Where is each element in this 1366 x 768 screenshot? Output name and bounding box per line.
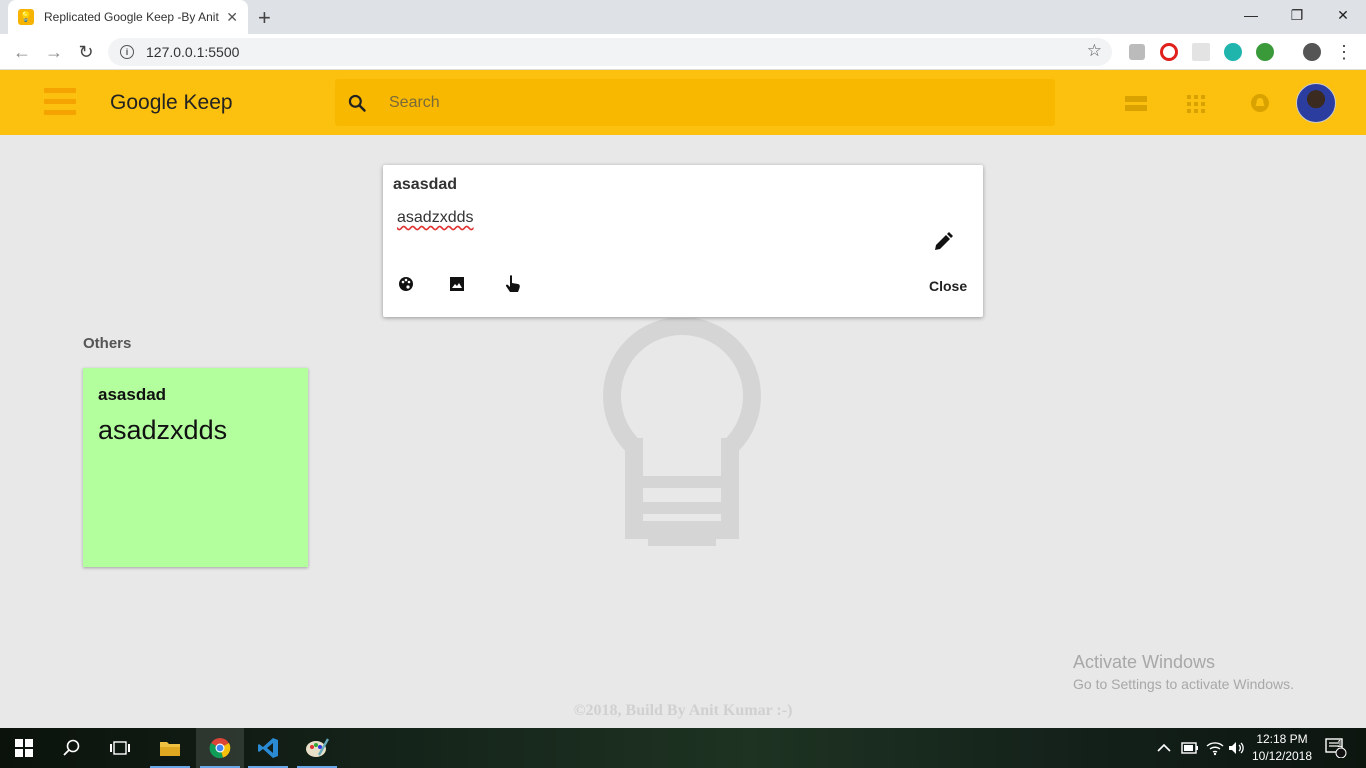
window-close-button[interactable]: ✕ bbox=[1320, 0, 1366, 30]
search-input[interactable] bbox=[389, 93, 989, 112]
wifi-icon[interactable] bbox=[1206, 728, 1224, 768]
bookmark-star-icon[interactable]: ☆ bbox=[1087, 41, 1102, 61]
globe-extension-icon[interactable] bbox=[1256, 43, 1274, 61]
keep-favicon-icon: 💡 bbox=[18, 9, 34, 25]
app-title: Google Keep bbox=[110, 91, 233, 114]
edit-pencil-icon[interactable] bbox=[932, 231, 954, 258]
vscode-icon[interactable] bbox=[244, 728, 292, 768]
editor-body[interactable]: asadzxdds bbox=[397, 209, 474, 227]
volume-icon[interactable] bbox=[1228, 728, 1246, 768]
search-icon[interactable] bbox=[335, 93, 379, 113]
editor-title[interactable]: asasdad bbox=[393, 176, 457, 194]
browser-tabstrip: 💡 Replicated Google Keep -By Anit ✕ + — … bbox=[0, 0, 1366, 34]
clock-date: 10/12/2018 bbox=[1251, 749, 1313, 763]
address-bar[interactable]: i 127.0.0.1:5500 ☆ bbox=[108, 38, 1112, 66]
main-menu-icon[interactable] bbox=[44, 88, 76, 118]
action-center-icon[interactable] bbox=[1325, 728, 1347, 768]
minimize-button[interactable]: — bbox=[1228, 0, 1274, 30]
watermark-line1: Activate Windows bbox=[1073, 652, 1216, 672]
profile-icon[interactable] bbox=[1303, 43, 1321, 61]
close-editor-button[interactable]: Close bbox=[929, 278, 967, 294]
tab-close-icon[interactable]: ✕ bbox=[226, 9, 238, 26]
page-footer: ©2018, Build By Anit Kumar :-) bbox=[573, 702, 793, 719]
note-editor[interactable]: asasdad asadzxdds Close bbox=[383, 165, 983, 317]
image-icon[interactable] bbox=[449, 276, 465, 297]
clock-time: 12:18 PM bbox=[1256, 732, 1308, 746]
back-button[interactable]: ← bbox=[10, 40, 34, 64]
list-view-icon[interactable] bbox=[1125, 96, 1147, 117]
browser-tab[interactable]: 💡 Replicated Google Keep -By Anit ✕ bbox=[8, 0, 248, 34]
eyedropper-extension-icon[interactable] bbox=[1129, 44, 1145, 60]
watermark-line2: Go to Settings to activate Windows. bbox=[1073, 676, 1294, 692]
new-tab-button[interactable]: + bbox=[258, 5, 271, 31]
tray-expand-icon[interactable] bbox=[1157, 728, 1171, 768]
user-avatar[interactable] bbox=[1296, 83, 1336, 123]
task-view-icon[interactable] bbox=[96, 728, 144, 768]
url-text: 127.0.0.1:5500 bbox=[146, 44, 240, 60]
maximize-button[interactable]: ❐ bbox=[1274, 0, 1320, 30]
tab-title: Replicated Google Keep -By Anit bbox=[44, 10, 219, 24]
system-clock[interactable]: 12:18 PM 10/12/2018 bbox=[1250, 731, 1314, 765]
browser-menu-button[interactable]: ⋮ bbox=[1332, 40, 1356, 64]
browser-toolbar: ← → ↻ i 127.0.0.1:5500 ☆ ⋮ bbox=[0, 34, 1366, 70]
opera-extension-icon[interactable] bbox=[1160, 43, 1178, 61]
palette-icon[interactable] bbox=[398, 276, 414, 297]
m-extension-icon[interactable] bbox=[1224, 43, 1242, 61]
empty-state-bulb-icon bbox=[603, 318, 761, 546]
start-button[interactable] bbox=[0, 728, 48, 768]
apps-grid-icon[interactable] bbox=[1187, 95, 1205, 118]
search-taskbar-icon[interactable] bbox=[48, 728, 96, 768]
grid-extension-icon[interactable] bbox=[1192, 43, 1210, 61]
pointer-hand-icon[interactable] bbox=[504, 274, 522, 299]
windows-activation-watermark: Activate Windows Go to Settings to activ… bbox=[1073, 652, 1294, 692]
windows-taskbar: 1 bbox=[0, 728, 1366, 768]
note-card[interactable]: asasdad asadzxdds bbox=[83, 368, 308, 567]
note-card-title: asasdad bbox=[98, 385, 167, 404]
paint-icon[interactable] bbox=[293, 728, 341, 768]
search-bar[interactable] bbox=[335, 79, 1055, 126]
note-card-body: asadzxdds bbox=[98, 415, 228, 445]
forward-button[interactable]: → bbox=[42, 40, 66, 64]
reload-button[interactable]: ↻ bbox=[74, 40, 98, 64]
notifications-icon[interactable] bbox=[1250, 93, 1270, 118]
file-explorer-icon[interactable] bbox=[146, 728, 194, 768]
others-section-label: Others bbox=[83, 335, 132, 352]
battery-icon[interactable] bbox=[1181, 728, 1199, 768]
notification-count: 1 bbox=[1337, 738, 1343, 750]
chrome-icon[interactable] bbox=[196, 728, 244, 768]
site-info-icon[interactable]: i bbox=[120, 45, 134, 59]
